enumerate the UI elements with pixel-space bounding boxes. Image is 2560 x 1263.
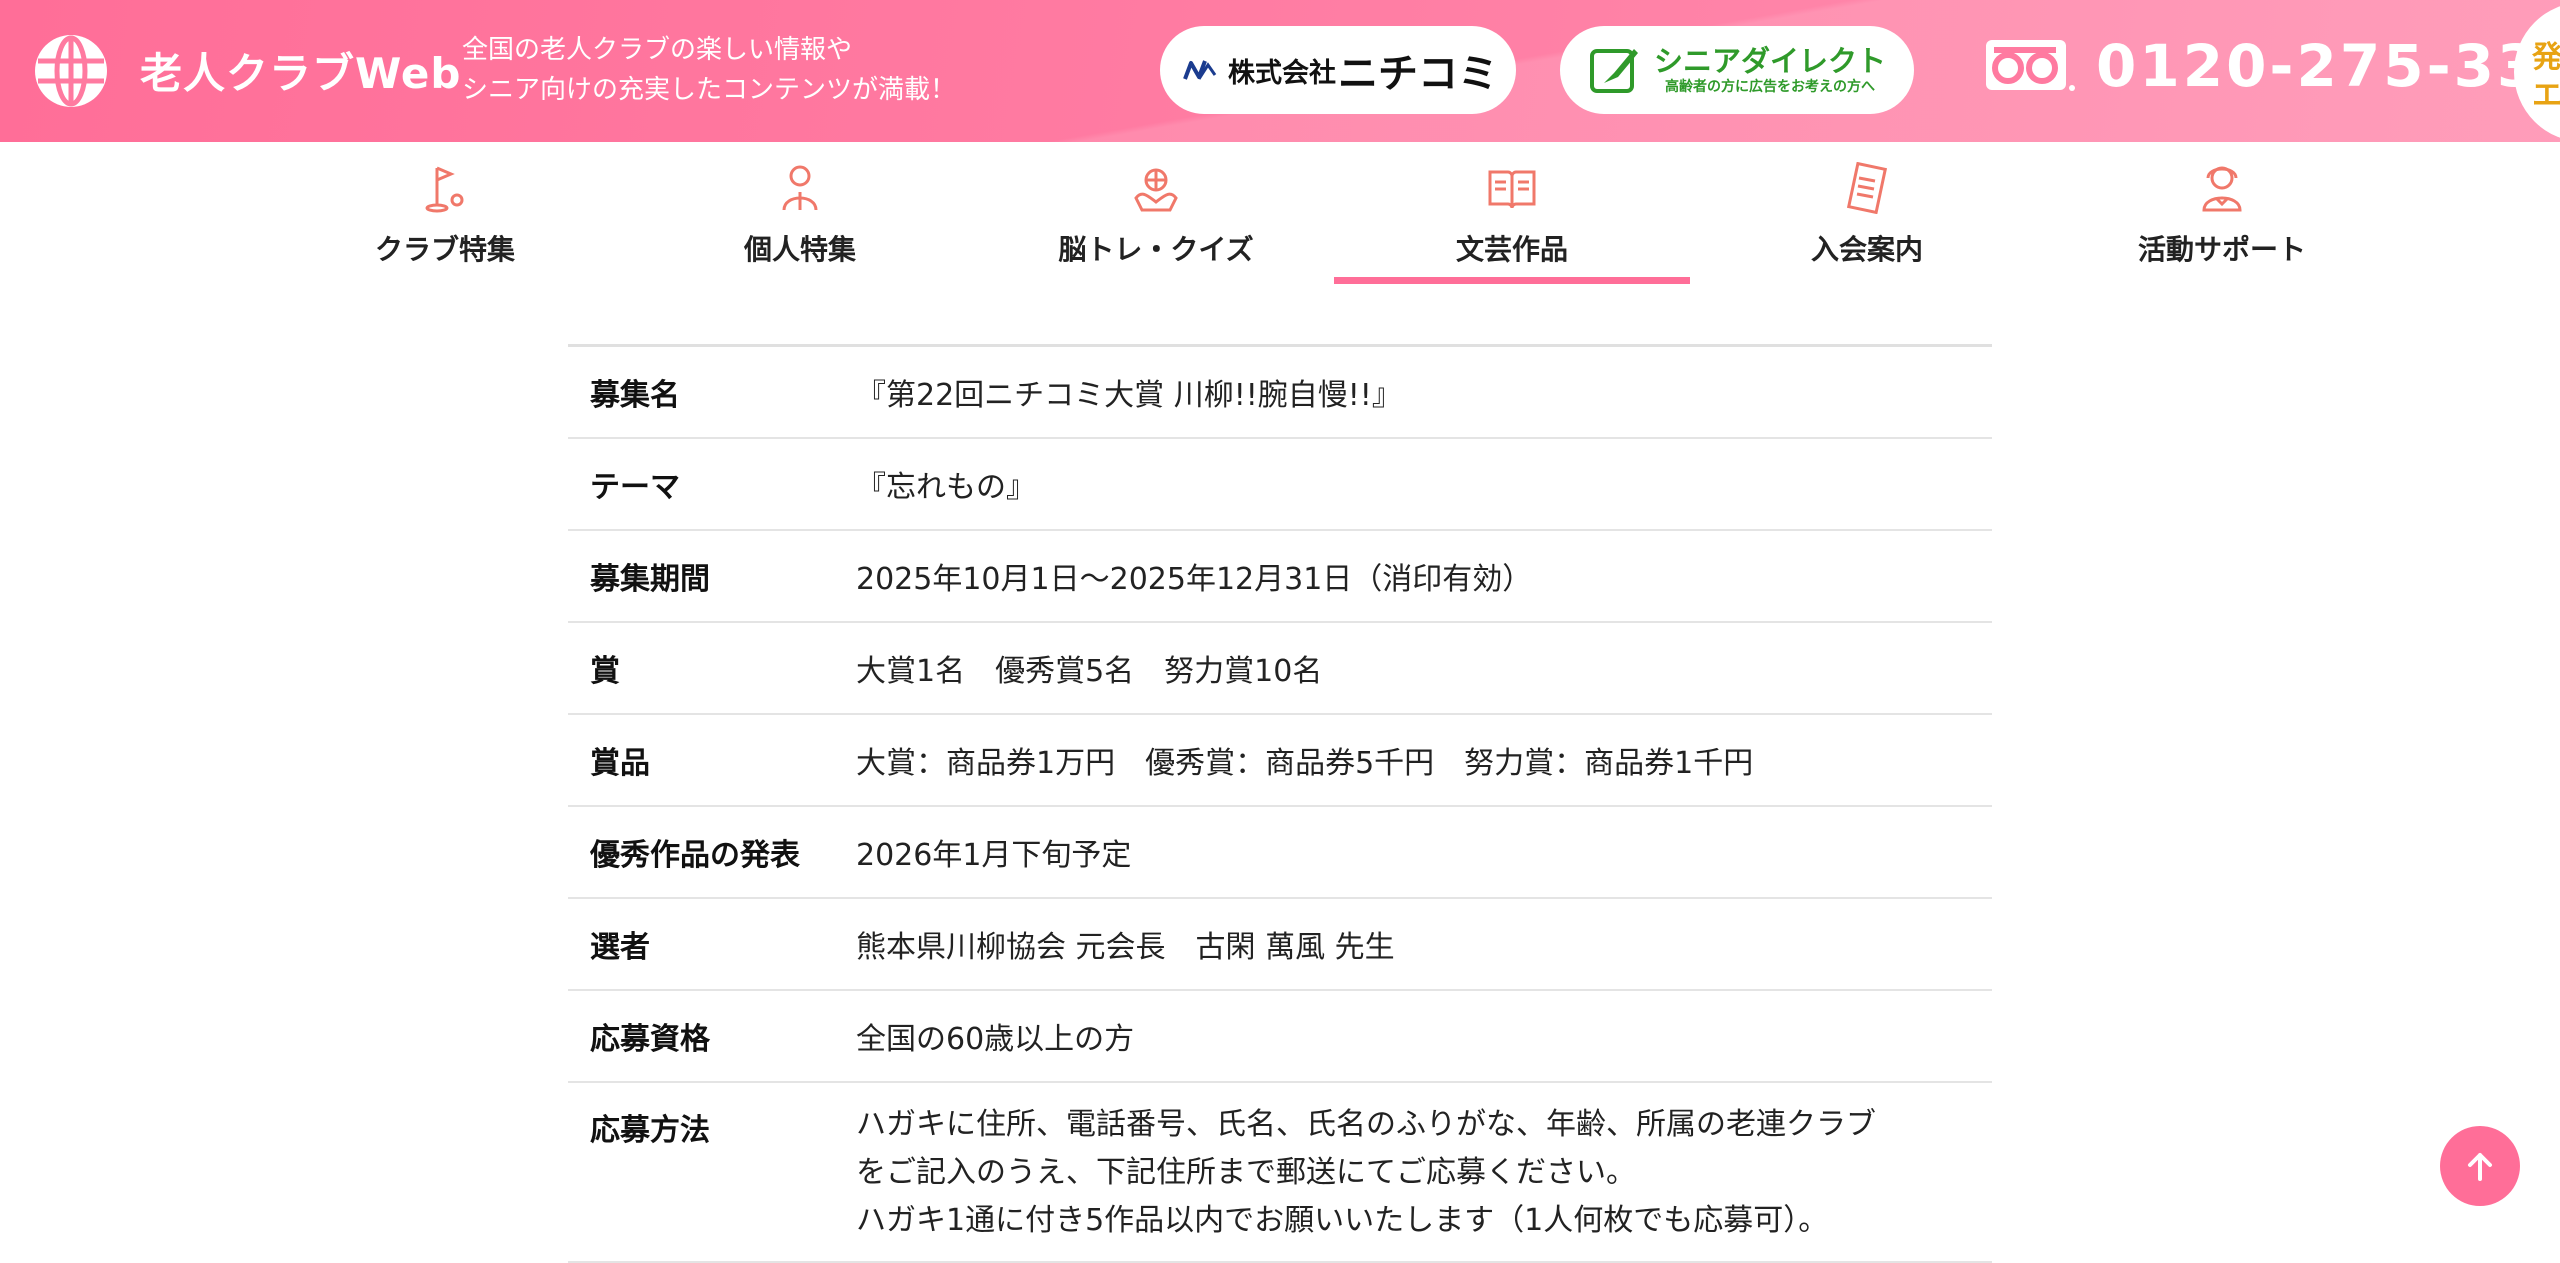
senior-direct-text: シニアダイレクト 高齢者の方に広告をお考えの方へ (1654, 44, 1886, 96)
table-row: 賞 大賞1名 優秀賞5名 努力賞10名 (568, 623, 1992, 715)
nav-item-club-feature[interactable]: クラブ特集 (267, 142, 623, 284)
table-row: 応募方法 ハガキに住所、電話番号、氏名、氏名のふりがな、年齢、所属の老連クラブ … (568, 1083, 1992, 1263)
row-value: 大賞：商品券1万円 優秀賞：商品券5千円 努力賞：商品券1千円 (856, 746, 1754, 781)
brain-icon (1134, 168, 1178, 212)
pen-check-icon (1590, 49, 1638, 93)
row-label: 募集名 (590, 378, 680, 413)
globe-icon[interactable] (34, 34, 108, 108)
row-label: 選者 (590, 930, 650, 965)
golf-flag-icon (425, 166, 464, 213)
row-value: 『第22回ニチコミ大賞 川柳!!腕自慢!!』 (856, 378, 1402, 413)
nav-label: 活動サポート (2137, 233, 2306, 266)
site-header: 老人クラブWeb 全国の老人クラブの楽しい情報や シニア向けの充実したコンテンツ… (0, 0, 2560, 142)
row-value: 2026年1月下旬予定 (856, 838, 1132, 873)
arrow-up-icon (2468, 1153, 2492, 1181)
row-label: 応募方法 (590, 1113, 710, 1148)
table-row: 応募資格 全国の60歳以上の方 (568, 991, 1992, 1083)
nav-label: 入会案内 (1810, 233, 1923, 266)
nav-label: 個人特集 (743, 233, 856, 266)
method-line-2: をご記入のうえ、下記住所まで郵送にてご応募ください。 (856, 1155, 1636, 1190)
row-label: 賞品 (590, 746, 650, 781)
nichikomi-name: ニチコミ (1338, 51, 1498, 97)
nav-item-literary-works[interactable]: 文芸作品 (1334, 142, 1690, 284)
row-value: 全国の60歳以上の方 (856, 1022, 1135, 1057)
nav-label: 脳トレ・クイズ (1058, 233, 1254, 266)
nav-label: クラブ特集 (374, 233, 515, 266)
table-row: 募集名 『第22回ニチコミ大賞 川柳!!腕自慢!!』 (568, 347, 1992, 439)
support-person-icon (2202, 166, 2242, 212)
row-label: 応募資格 (590, 1022, 710, 1057)
tagline-line-1: 全国の老人クラブの楽しい情報や (462, 35, 853, 65)
row-label: 優秀作品の発表 (590, 838, 800, 873)
nav-item-activity-support[interactable]: 活動サポート (2044, 142, 2400, 284)
main-nav: クラブ特集 個人特集 脳トレ・クイズ 文芸作品 入会案内 活動サポート (0, 142, 2560, 284)
person-icon (782, 165, 818, 211)
table-row: 募集期間 2025年10月1日〜2025年12月31日（消印有効） (568, 531, 1992, 623)
nichikomi-logo-icon (1183, 60, 1217, 80)
nichikomi-prefix: 株式会社 (1228, 57, 1336, 89)
partial-badge-text-2: エ (2532, 78, 2560, 113)
table-row: 優秀作品の発表 2026年1月下旬予定 (568, 807, 1992, 899)
row-label: 賞 (590, 654, 620, 689)
table-row: 賞品 大賞：商品券1万円 優秀賞：商品券5千円 努力賞：商品券1千円 (568, 715, 1992, 807)
scroll-to-top-button[interactable] (2440, 1126, 2520, 1206)
contest-info-table: 募集名 『第22回ニチコミ大賞 川柳!!腕自慢!!』 テーマ 『忘れもの』 募集… (568, 344, 1992, 1263)
row-value: 2025年10月1日〜2025年12月31日（消印有効） (856, 562, 1533, 597)
nav-item-personal-feature[interactable]: 個人特集 (622, 142, 978, 284)
nichikomi-link[interactable]: 株式会社 ニチコミ (1160, 26, 1516, 114)
method-line-1: ハガキに住所、電話番号、氏名、氏名のふりがな、年齢、所属の老連クラブ (856, 1107, 1876, 1142)
tagline-line-2: シニア向けの充実したコンテンツが満載！ (462, 75, 957, 105)
senior-direct-title: シニアダイレクト (1654, 44, 1887, 78)
phone-number[interactable]: 0120-275-337 (2096, 32, 2560, 100)
senior-direct-link[interactable]: シニアダイレクト 高齢者の方に広告をお考えの方へ (1560, 26, 1914, 114)
table-row: 選者 熊本県川柳協会 元会長 古閑 萬風 先生 (568, 899, 1992, 991)
row-value: 大賞1名 優秀賞5名 努力賞10名 (856, 654, 1323, 689)
site-tagline: 全国の老人クラブの楽しい情報や シニア向けの充実したコンテンツが満載！ (462, 30, 956, 110)
row-value: 『忘れもの』 (856, 470, 1036, 505)
site-name[interactable]: 老人クラブWeb (140, 40, 461, 101)
document-icon (1846, 162, 1888, 214)
nav-label: 文芸作品 (1455, 233, 1568, 266)
freedial-icon (1986, 40, 2075, 91)
row-label: 募集期間 (590, 562, 710, 597)
row-value: ハガキに住所、電話番号、氏名、氏名のふりがな、年齢、所属の老連クラブ をご記入の… (856, 1083, 1992, 1245)
senior-direct-subtitle: 高齢者の方に広告をお考えの方へ (1665, 79, 1875, 95)
book-icon (1488, 170, 1536, 209)
nav-item-brain-quiz[interactable]: 脳トレ・クイズ (978, 142, 1334, 284)
row-label: テーマ (590, 470, 680, 505)
row-value: 熊本県川柳協会 元会長 古閑 萬風 先生 (856, 930, 1395, 965)
nav-item-membership-guide[interactable]: 入会案内 (1689, 142, 2045, 284)
table-row: テーマ 『忘れもの』 (568, 439, 1992, 531)
method-line-3: ハガキ1通に付き5作品以内でお願いいたします（1人何枚でも応募可）。 (856, 1203, 1829, 1238)
